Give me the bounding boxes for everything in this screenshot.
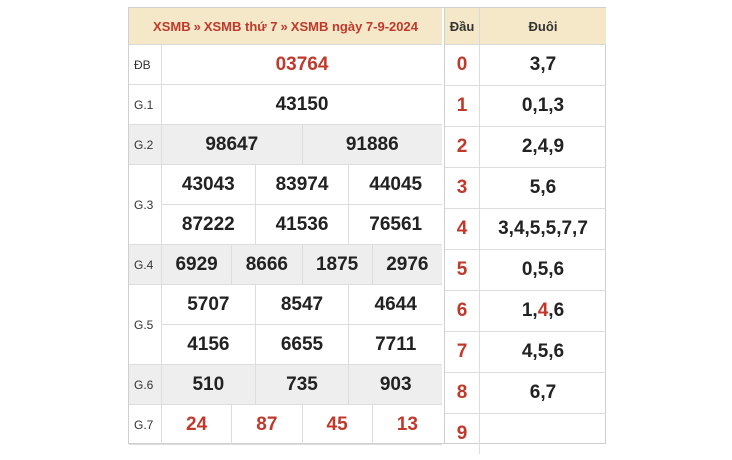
loto-duoi-digit: 6 <box>553 300 565 321</box>
prize-row: G.6 510 735 903 <box>129 365 442 405</box>
prize-row: ĐB 03764 <box>129 45 442 85</box>
breadcrumb-separator: » <box>193 18 201 34</box>
prize-number: 45 <box>301 405 372 444</box>
loto-row: 2 2,4,9 <box>445 127 606 168</box>
prize-number: 98647 <box>205 133 259 155</box>
prize-number: 6655 <box>254 325 349 364</box>
loto-header-row: Đầu Đuôi <box>445 8 606 45</box>
prize-number: 43043 <box>181 173 235 195</box>
prize-label: G.3 <box>129 165 162 244</box>
prize-table: XSMB » XSMB thứ 7 » XSMB ngày 7-9-2024 Đ… <box>129 8 442 445</box>
prize-label: ĐB <box>129 45 162 84</box>
breadcrumb-link-xsmb-saturday[interactable]: XSMB thứ 7 <box>204 19 278 34</box>
breadcrumb: XSMB » XSMB thứ 7 » XSMB ngày 7-9-2024 <box>129 8 442 45</box>
prize-number: 4156 <box>187 333 230 355</box>
loto-duoi: 2,4,9 <box>521 136 565 157</box>
prize-row: G.5 5707 8547 4644 4156 6655 7711 <box>129 285 442 365</box>
loto-dau: 8 <box>445 373 480 413</box>
loto-row: 3 5,6 <box>445 168 606 209</box>
prize-number: 76561 <box>348 205 442 244</box>
prize-number: 83974 <box>254 165 349 204</box>
loto-duoi: 5,6 <box>529 177 557 198</box>
prize-row: G.3 43043 83974 44045 87222 41536 76561 <box>129 165 442 245</box>
loto-row: 61,4,6 <box>445 291 606 332</box>
loto-row: 9 <box>445 414 606 454</box>
results-table: XSMB » XSMB thứ 7 » XSMB ngày 7-9-2024 Đ… <box>128 7 606 454</box>
loto-row: 7 4,5,6 <box>445 332 606 373</box>
prize-label: G.1 <box>129 85 162 124</box>
prize-number: 03764 <box>275 53 329 75</box>
loto-duoi-digit: 1 <box>521 300 533 321</box>
prize-label: G.7 <box>129 405 162 444</box>
loto-duoi: 0,5,6 <box>521 259 565 280</box>
prize-number: 87 <box>231 405 301 444</box>
prize-number: 87222 <box>181 213 235 235</box>
loto-rows: 0 3,7 1 0,1,3 2 2,4,9 3 5,6 4 3,4,5,5,7,7 5 0,5,6 6 1… <box>445 45 606 454</box>
loto-row: 1 0,1,3 <box>445 86 606 127</box>
prize-number: 41536 <box>254 205 349 244</box>
loto-duoi: 1,4,6 <box>480 291 606 331</box>
prize-row: G.4 6929 8666 1875 2976 <box>129 245 442 285</box>
prize-number: 5707 <box>187 293 230 315</box>
prize-number: 8547 <box>254 285 349 324</box>
loto-row: 5 0,5,6 <box>445 250 606 291</box>
prize-number: 8666 <box>231 245 301 284</box>
prize-label: G.4 <box>129 245 162 284</box>
prize-number: 4644 <box>348 285 442 324</box>
prize-row: G.1 43150 <box>129 85 442 125</box>
prize-number: 24 <box>186 413 208 435</box>
loto-header-dau: Đầu <box>445 8 480 44</box>
loto-dau: 1 <box>445 86 480 126</box>
loto-duoi-digit: 4 <box>537 300 549 321</box>
prize-number: 510 <box>192 373 225 395</box>
loto-row: 8 6,7 <box>445 373 606 414</box>
prize-row: G.7 24 87 45 13 <box>129 405 442 445</box>
prize-label: G.6 <box>129 365 162 404</box>
prize-row: G.2 98647 91886 <box>129 125 442 165</box>
loto-duoi: 3,7 <box>529 54 557 75</box>
breadcrumb-link-xsmb[interactable]: XSMB <box>153 19 191 34</box>
loto-table: Đầu Đuôi 0 3,7 1 0,1,3 2 2,4,9 3 5,6 4 3,4,5,5,7,… <box>444 8 606 454</box>
breadcrumb-separator: » <box>280 18 288 34</box>
prize-number: 13 <box>371 405 442 444</box>
loto-dau: 7 <box>445 332 480 372</box>
prize-number: 91886 <box>301 125 443 164</box>
prize-number: 7711 <box>348 325 442 364</box>
loto-dau: 5 <box>445 250 480 290</box>
prize-number: 903 <box>348 365 442 404</box>
prize-number: 1875 <box>301 245 372 284</box>
loto-header-duoi: Đuôi <box>528 18 558 34</box>
prize-number: 2976 <box>371 245 442 284</box>
loto-row: 4 3,4,5,5,7,7 <box>445 209 606 250</box>
loto-duoi: 0,1,3 <box>521 95 565 116</box>
prize-label: G.2 <box>129 125 162 164</box>
prize-rows: ĐB 03764 G.1 43150 G.2 98647 91886 G.3 43043 8397… <box>129 45 442 445</box>
loto-dau: 6 <box>445 291 480 331</box>
loto-dau: 2 <box>445 127 480 167</box>
loto-dau: 0 <box>445 45 480 85</box>
loto-dau: 9 <box>445 414 480 454</box>
loto-dau: 3 <box>445 168 480 208</box>
prize-label: G.5 <box>129 285 162 364</box>
loto-duoi: 4,5,6 <box>521 341 565 362</box>
loto-dau: 4 <box>445 209 480 249</box>
loto-row: 0 3,7 <box>445 45 606 86</box>
prize-number: 44045 <box>348 165 442 204</box>
prize-number: 735 <box>254 365 349 404</box>
prize-number: 43150 <box>275 93 329 115</box>
loto-duoi: 3,4,5,5,7,7 <box>498 218 588 239</box>
prize-number: 6929 <box>175 253 218 275</box>
loto-duoi <box>480 414 606 454</box>
loto-duoi: 6,7 <box>529 382 557 403</box>
breadcrumb-link-xsmb-date[interactable]: XSMB ngày 7-9-2024 <box>291 19 418 34</box>
